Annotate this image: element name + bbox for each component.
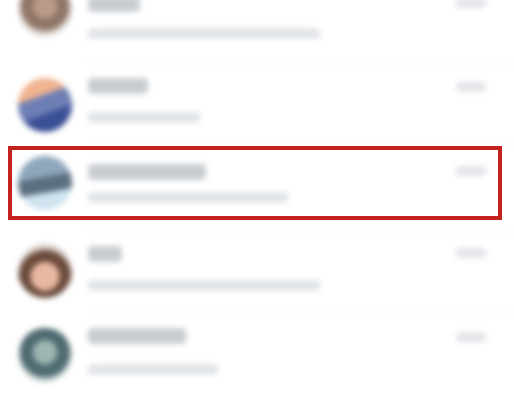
- message-time: [456, 0, 486, 8]
- contact-name: [88, 328, 186, 344]
- conversation-row[interactable]: [0, 148, 514, 232]
- message-time: [456, 332, 486, 342]
- conversation-row[interactable]: [0, 232, 514, 316]
- divider: [88, 312, 514, 313]
- message-preview: [88, 112, 200, 123]
- conversation-row[interactable]: [0, 0, 514, 54]
- avatar-icon: [18, 0, 72, 36]
- contact-name: [88, 0, 140, 12]
- divider: [88, 62, 514, 63]
- message-preview: [88, 280, 320, 291]
- divider: [88, 146, 514, 147]
- message-preview: [88, 364, 218, 375]
- message-time: [456, 166, 486, 176]
- conversation-row[interactable]: [0, 66, 514, 150]
- contact-name: [88, 78, 148, 94]
- message-preview: [88, 192, 288, 203]
- contact-name: [88, 164, 206, 180]
- avatar-icon: [18, 78, 72, 132]
- message-preview: [88, 28, 320, 39]
- message-time: [456, 82, 486, 92]
- divider: [88, 230, 514, 231]
- contact-name: [88, 246, 122, 262]
- avatar-icon: [18, 328, 72, 382]
- avatar-icon: [18, 244, 72, 298]
- message-time: [456, 248, 486, 258]
- avatar-icon: [18, 156, 72, 210]
- conversation-row[interactable]: [0, 316, 514, 400]
- conversation-list: [0, 0, 514, 401]
